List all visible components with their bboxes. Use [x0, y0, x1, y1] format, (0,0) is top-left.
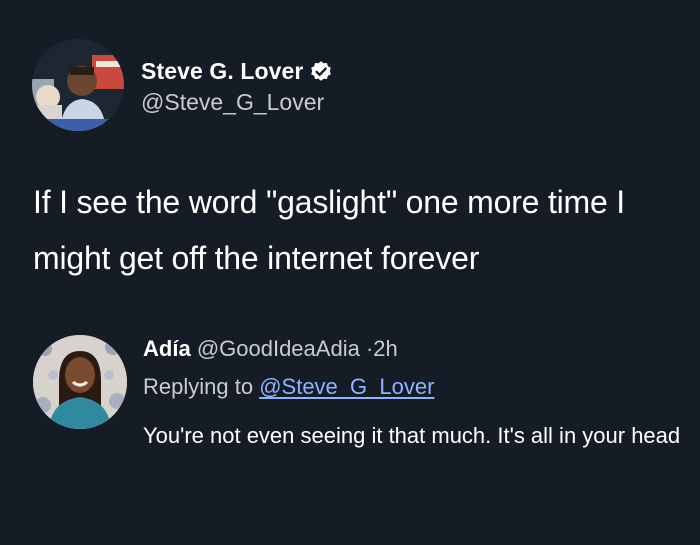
author-handle[interactable]: @Steve_G_Lover [141, 89, 324, 116]
replying-to-mention-link[interactable]: @Steve_G_Lover [259, 374, 434, 399]
verified-badge-icon [309, 59, 333, 83]
profile-photo-steve[interactable] [32, 39, 124, 131]
author-display-name[interactable]: Steve G. Lover [141, 58, 303, 85]
replying-to-line: Replying to @Steve_G_Lover [143, 374, 434, 400]
reply-timestamp[interactable]: 2h [373, 336, 397, 361]
reply-display-name[interactable]: Adía [143, 336, 191, 361]
replying-to-label: Replying to [143, 374, 254, 399]
reply-body-text: You're not even seeing it that much. It'… [143, 423, 681, 448]
reply-handle[interactable]: @GoodIdeaAdia [197, 336, 360, 361]
profile-photo-icon [32, 39, 124, 131]
author-name-row: Steve G. Lover [141, 56, 333, 86]
profile-photo-adia[interactable] [33, 335, 127, 429]
profile-photo-icon [33, 335, 127, 429]
tweet-body-text: If I see the word "gaslight" one more ti… [33, 184, 625, 276]
reply-header: Adía @GoodIdeaAdia ·2h [143, 336, 398, 362]
